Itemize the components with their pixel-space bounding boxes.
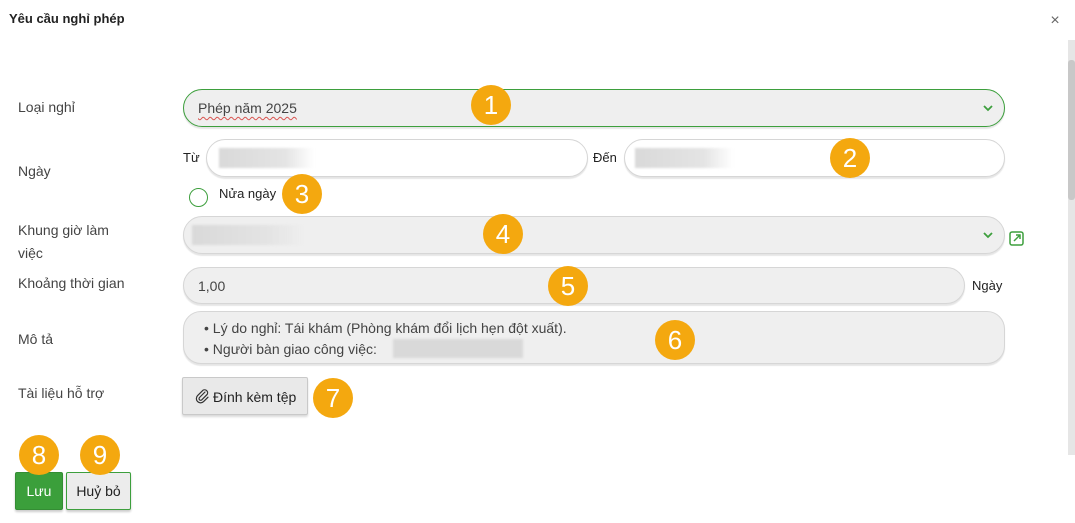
half-day-radio[interactable] <box>189 188 208 207</box>
attach-file-button[interactable]: Đính kèm tệp <box>182 377 308 415</box>
date-from-input[interactable] <box>206 139 588 177</box>
annotation-badge-5: 5 <box>548 266 588 306</box>
description-textarea[interactable]: • Lý do nghỉ: Tái khám (Phòng khám đổi l… <box>183 311 1005 364</box>
attach-file-label: Đính kèm tệp <box>213 389 297 405</box>
work-schedule-select[interactable] <box>183 216 1005 254</box>
scrollbar[interactable] <box>1068 40 1075 455</box>
chevron-down-icon <box>983 232 993 239</box>
external-link-icon[interactable] <box>1009 231 1024 246</box>
date-to-label: Đến <box>593 150 617 165</box>
description-line-1: • Lý do nghỉ: Tái khám (Phòng khám đổi l… <box>204 320 567 336</box>
work-schedule-label-line1: Khung giờ làm <box>18 222 109 238</box>
work-schedule-label-line2: việc <box>18 245 43 261</box>
leave-type-value: Phép năm 2025 <box>198 100 297 116</box>
date-from-value-redacted <box>219 148 314 168</box>
date-to-input[interactable] <box>624 139 1005 177</box>
chevron-down-icon <box>983 105 993 112</box>
paperclip-icon <box>195 389 209 404</box>
date-label: Ngày <box>18 163 51 179</box>
duration-value: 1,00 <box>198 277 226 294</box>
save-button[interactable]: Lưu <box>15 472 63 510</box>
scrollbar-thumb[interactable] <box>1068 60 1075 200</box>
date-from-label: Từ <box>183 150 200 165</box>
annotation-badge-6: 6 <box>655 320 695 360</box>
cancel-button[interactable]: Huỷ bỏ <box>66 472 131 510</box>
annotation-badge-4: 4 <box>483 214 523 254</box>
leave-type-select[interactable]: Phép năm 2025 <box>183 89 1005 127</box>
annotation-badge-2: 2 <box>830 138 870 178</box>
annotation-badge-8: 8 <box>19 435 59 475</box>
close-icon[interactable]: × <box>1047 13 1063 29</box>
handover-person-redacted <box>393 339 523 358</box>
dialog-title: Yêu cầu nghỉ phép <box>9 11 125 26</box>
work-schedule-value-redacted <box>192 225 304 245</box>
attachments-label: Tài liệu hỗ trợ <box>18 385 105 401</box>
half-day-label[interactable]: Nửa ngày <box>219 186 276 201</box>
annotation-badge-3: 3 <box>282 174 322 214</box>
date-to-value-redacted <box>635 148 733 168</box>
annotation-badge-1: 1 <box>471 85 511 125</box>
description-line-2: • Người bàn giao công việc: <box>204 341 377 357</box>
annotation-badge-7: 7 <box>313 378 353 418</box>
leave-type-label: Loại nghỉ <box>18 99 75 115</box>
duration-label: Khoảng thời gian <box>18 275 125 291</box>
annotation-badge-9: 9 <box>80 435 120 475</box>
duration-unit: Ngày <box>972 278 1003 293</box>
description-label: Mô tả <box>18 331 54 347</box>
